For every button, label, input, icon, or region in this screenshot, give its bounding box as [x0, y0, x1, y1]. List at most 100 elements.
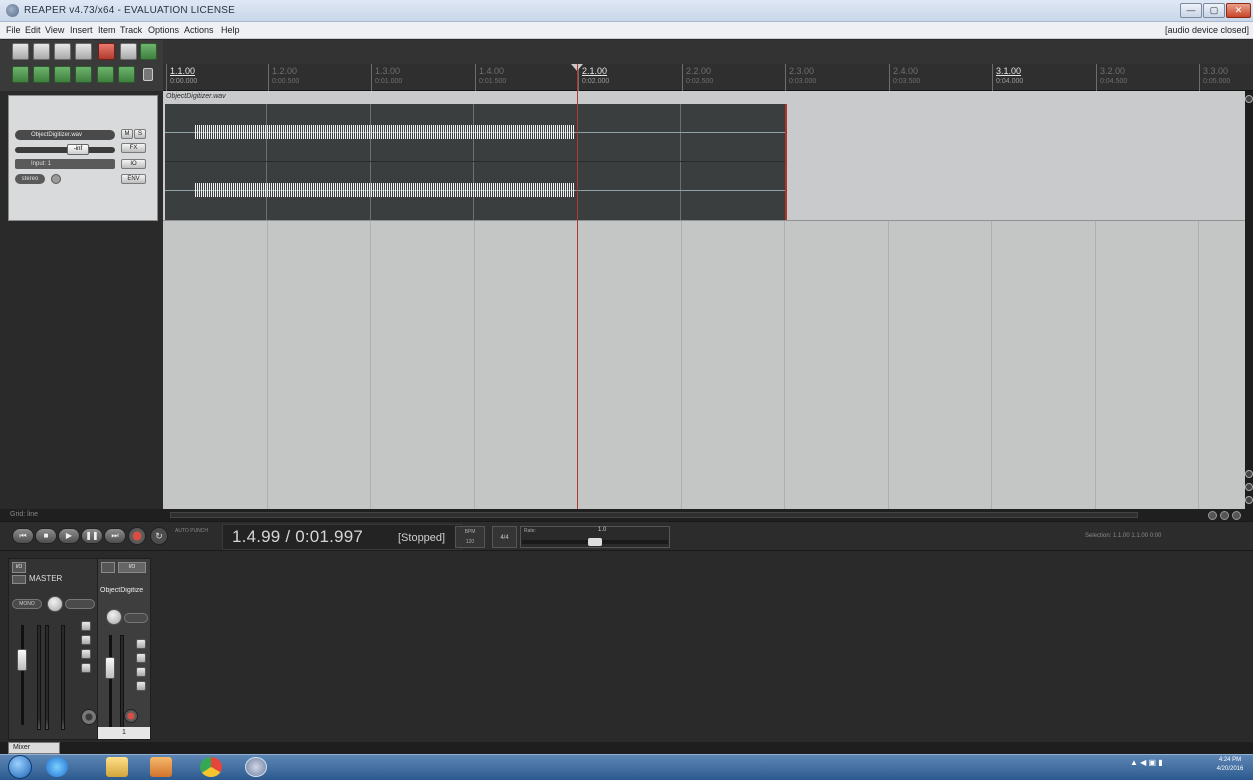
reaper-taskbar-icon[interactable] [245, 757, 267, 777]
master-io-button[interactable]: I/O [12, 562, 26, 573]
file-explorer-icon[interactable] [106, 757, 128, 777]
track-solo-button[interactable] [136, 653, 146, 663]
master-env-button[interactable] [81, 649, 91, 659]
new-project-icon[interactable] [12, 43, 29, 60]
zoom-reset-horizontal-icon[interactable] [1220, 511, 1229, 520]
pause-button[interactable]: ❚❚ [81, 528, 103, 544]
ruler-time-label: 0:02.500 [686, 78, 714, 85]
menu-file[interactable]: File [6, 25, 21, 35]
menu-track[interactable]: Track [120, 25, 142, 35]
mute-button[interactable]: M [121, 129, 133, 139]
track-record-arm-icon[interactable] [124, 709, 138, 723]
repeat-toggle-icon[interactable]: ↻ [150, 527, 168, 545]
playrate-value: 1.0 [598, 527, 607, 533]
tab-mixer[interactable]: Mixer [8, 742, 60, 754]
track-fx-button[interactable] [101, 562, 115, 573]
io-button[interactable]: IO [121, 159, 146, 169]
play-button[interactable]: ▶ [58, 528, 80, 544]
go-to-start-button[interactable]: ⏮ [12, 528, 34, 544]
master-fx-icon[interactable] [12, 575, 26, 584]
zoom-in-horizontal-icon[interactable] [1232, 511, 1241, 520]
track-fader-track[interactable] [109, 635, 112, 735]
menu-edit[interactable]: Edit [25, 25, 41, 35]
record-input-select[interactable]: Input: 1 [15, 159, 115, 169]
zoom-out-horizontal-icon[interactable] [1208, 511, 1217, 520]
mono-toggle[interactable]: MONO [12, 599, 42, 609]
auto-crossfade-icon[interactable] [97, 66, 114, 83]
zoom-reset-icon[interactable] [1245, 496, 1253, 504]
audio-device-status[interactable]: [audio device closed] [1165, 25, 1249, 35]
start-button[interactable] [8, 755, 32, 779]
ripple-edit-icon[interactable] [54, 66, 71, 83]
system-tray[interactable]: ▲ ◀ ▣ ▮ [1130, 758, 1163, 767]
menu-options[interactable]: Options [148, 25, 179, 35]
track-pan-knob[interactable] [106, 609, 122, 625]
go-to-end-button[interactable]: ⏭ [104, 528, 126, 544]
internet-explorer-icon[interactable] [46, 757, 68, 777]
zoom-in-vertical-icon[interactable] [1245, 470, 1253, 478]
menu-actions[interactable]: Actions [184, 25, 214, 35]
menu-help[interactable]: Help [221, 25, 240, 35]
track-channel-strip[interactable]: I/O ObjectDigitize 1 [97, 558, 151, 740]
volume-fader-knob[interactable]: -inf [67, 144, 89, 155]
metronome-icon[interactable] [140, 43, 157, 60]
fx-button[interactable]: FX [121, 143, 146, 153]
master-width-pill[interactable] [65, 599, 95, 609]
scroll-up-icon[interactable] [1245, 95, 1253, 103]
track-io-button[interactable]: I/O [118, 562, 146, 573]
master-pan-knob[interactable] [47, 596, 63, 612]
chrome-icon[interactable] [200, 757, 222, 777]
close-button[interactable]: ✕ [1226, 3, 1251, 18]
master-fader-handle[interactable] [17, 649, 27, 671]
save-project-icon[interactable] [54, 43, 71, 60]
track-control-panel[interactable]: ObjectDigitizer.wav M S -inf FX Input: 1… [8, 95, 158, 221]
redo-icon[interactable] [120, 43, 137, 60]
envelope-button[interactable]: ENV [121, 174, 146, 184]
minimize-button[interactable]: — [1180, 3, 1202, 18]
master-phase-icon[interactable] [81, 709, 97, 725]
time-signature-field[interactable]: 4/4 [492, 526, 517, 548]
master-route-button[interactable] [81, 663, 91, 673]
record-button[interactable] [128, 527, 146, 545]
undo-icon[interactable] [98, 43, 115, 60]
media-player-icon[interactable] [150, 757, 172, 777]
item-grouping-icon[interactable] [75, 66, 92, 83]
envelope-follow-icon[interactable] [118, 66, 135, 83]
track-name-field[interactable]: ObjectDigitizer.wav [15, 130, 115, 140]
pan-knob-icon[interactable] [51, 174, 61, 184]
snap-toggle-icon[interactable] [33, 66, 50, 83]
lock-icon[interactable] [143, 68, 153, 81]
window-title: REAPER v4.73/x64 - EVALUATION LICENSE [24, 5, 235, 16]
menu-view[interactable]: View [45, 25, 64, 35]
track-phase-button[interactable] [136, 681, 146, 691]
project-settings-icon[interactable] [75, 43, 92, 60]
master-mute-button[interactable] [81, 621, 91, 631]
ruler-bar-label: 2.2.00 [686, 66, 712, 76]
master-channel-strip[interactable]: I/O MASTER MONO [8, 558, 101, 740]
playrate-slider-handle[interactable] [588, 538, 602, 546]
track-width-pill[interactable] [124, 613, 148, 623]
solo-button[interactable]: S [134, 129, 146, 139]
stereo-mode-pill[interactable]: stereo [15, 174, 45, 184]
horizontal-scrollbar[interactable] [170, 512, 1138, 518]
track-strip-name[interactable]: ObjectDigitize [100, 587, 150, 594]
master-fx-button[interactable] [81, 635, 91, 645]
open-project-icon[interactable] [33, 43, 50, 60]
vertical-scrollbar[interactable] [1245, 91, 1253, 509]
taskbar-clock[interactable]: 4:24 PM 4/20/2016 [1210, 756, 1250, 774]
menu-insert[interactable]: Insert [70, 25, 93, 35]
menu-item[interactable]: Item [98, 25, 116, 35]
grid-toggle-icon[interactable] [12, 66, 29, 83]
record-mode-label[interactable]: AUTO PUNCH [175, 527, 217, 547]
bpm-field[interactable]: BPM 120 [455, 526, 485, 548]
stop-button[interactable]: ■ [35, 528, 57, 544]
volume-fader-track[interactable] [15, 147, 115, 153]
track-fader-handle[interactable] [105, 657, 115, 679]
media-item[interactable] [165, 104, 787, 220]
maximize-button[interactable]: ▢ [1203, 3, 1225, 18]
track-env-button[interactable] [136, 667, 146, 677]
track-mute-button[interactable] [136, 639, 146, 649]
master-fader-track[interactable] [21, 625, 24, 725]
zoom-out-vertical-icon[interactable] [1245, 483, 1253, 491]
timeline-ruler[interactable]: 1.1.00 0:00.000 1.2.00 0:00.500 1.3.00 0:01… [163, 64, 1253, 91]
